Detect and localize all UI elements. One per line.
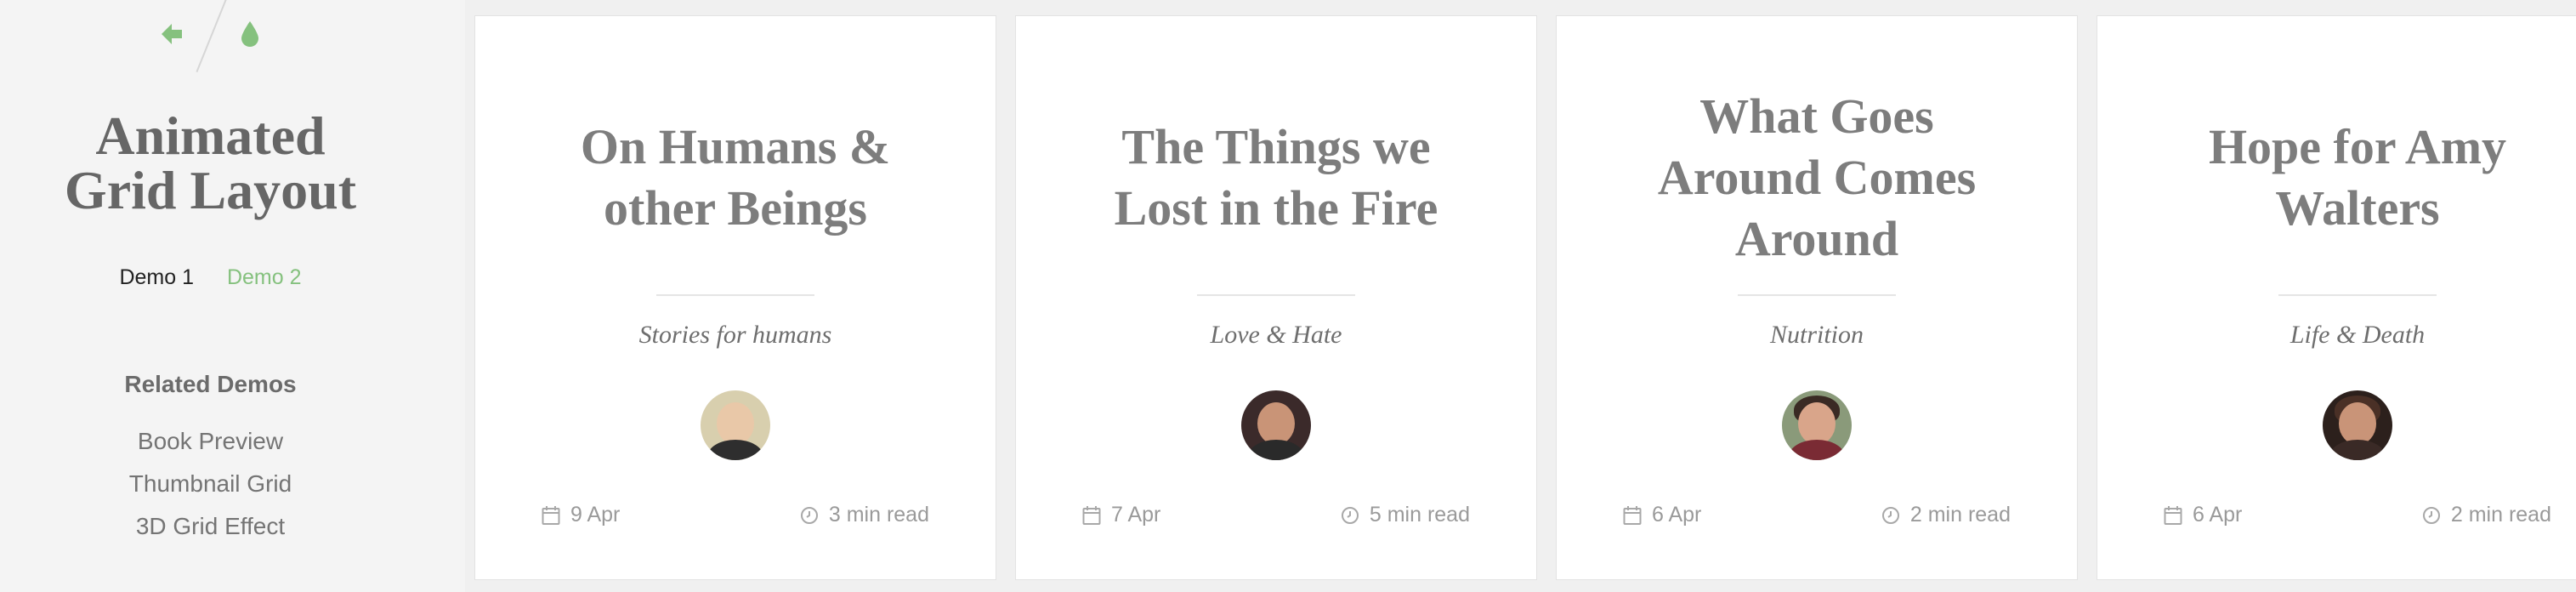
author-avatar bbox=[701, 390, 770, 460]
card-divider bbox=[2278, 294, 2437, 296]
card-title-line: On Humans & bbox=[580, 119, 891, 174]
author-avatar bbox=[1782, 390, 1852, 460]
card-read-time-text: 2 min read bbox=[1909, 503, 2011, 527]
card-category: Nutrition bbox=[1769, 321, 1864, 349]
card-date-text: 9 Apr bbox=[570, 503, 621, 527]
card-date-text: 6 Apr bbox=[2193, 503, 2243, 527]
card-category: Love & Hate bbox=[1210, 321, 1342, 349]
card-read-time: 3 min read bbox=[800, 503, 929, 527]
card-title: Hope for Amy Walters bbox=[2097, 117, 2576, 239]
related-link-3d-grid-effect[interactable]: 3D Grid Effect bbox=[0, 505, 421, 548]
card-title-line: other Beings bbox=[604, 180, 867, 236]
author-avatar bbox=[1241, 390, 1311, 460]
card-read-time-text: 3 min read bbox=[828, 503, 929, 527]
card-title-line: What Goes bbox=[1699, 88, 1934, 144]
droplet-icon bbox=[241, 21, 258, 47]
card-date: 9 Apr bbox=[542, 503, 620, 527]
demo-2-link[interactable]: Demo 2 bbox=[227, 265, 302, 290]
card-date: 7 Apr bbox=[1082, 503, 1160, 527]
card-read-time: 5 min read bbox=[1341, 503, 1470, 527]
clock-icon bbox=[2422, 506, 2440, 524]
arrow-left-icon bbox=[162, 24, 182, 44]
card-title-line: Lost in the Fire bbox=[1114, 180, 1438, 236]
back-link[interactable] bbox=[155, 15, 189, 53]
card-divider bbox=[1738, 294, 1896, 296]
calendar-icon bbox=[542, 505, 560, 525]
card-divider bbox=[1197, 294, 1355, 296]
card-read-time: 2 min read bbox=[2422, 503, 2551, 527]
card-divider bbox=[656, 294, 814, 296]
author-avatar bbox=[2323, 390, 2392, 460]
related-demos-list: Book Preview Thumbnail Grid 3D Grid Effe… bbox=[0, 420, 421, 548]
card-read-time-text: 2 min read bbox=[2450, 503, 2551, 527]
card-category: Life & Death bbox=[2289, 321, 2426, 349]
card-title-line: Around Comes bbox=[1657, 150, 1977, 205]
page-title-line-2: Grid Layout bbox=[64, 160, 357, 220]
grid-card[interactable]: Hope for Amy Walters Life & Death 6 Apr bbox=[2097, 15, 2576, 580]
related-link-book-preview[interactable]: Book Preview bbox=[0, 420, 421, 463]
article-link[interactable] bbox=[233, 15, 267, 53]
card-title-line: The Things we bbox=[1121, 119, 1431, 174]
calendar-icon bbox=[1082, 505, 1101, 525]
nav-divider bbox=[196, 0, 228, 72]
card-title-line: Hope for Amy bbox=[2208, 119, 2507, 174]
grid-card[interactable]: The Things we Lost in the Fire Love & Ha… bbox=[1015, 15, 1537, 580]
clock-icon bbox=[800, 506, 818, 524]
calendar-icon bbox=[2164, 505, 2182, 525]
related-link-thumbnail-grid[interactable]: Thumbnail Grid bbox=[0, 463, 421, 505]
demo-nav: Demo 1 Demo 2 bbox=[0, 265, 421, 290]
card-title-line: Walters bbox=[2275, 180, 2440, 236]
card-title-line: Around bbox=[1734, 211, 1899, 266]
grid-card[interactable]: On Humans & other Beings Stories for hum… bbox=[474, 15, 996, 580]
page-title-line-1: Animated bbox=[95, 105, 326, 166]
demo-1-link[interactable]: Demo 1 bbox=[119, 265, 194, 290]
codrops-top-nav bbox=[0, 0, 465, 72]
clock-icon bbox=[1881, 506, 1899, 524]
related-demos-heading: Related Demos bbox=[124, 371, 297, 397]
card-title: The Things we Lost in the Fire bbox=[1016, 117, 1536, 239]
card-date: 6 Apr bbox=[2164, 503, 2242, 527]
card-title: On Humans & other Beings bbox=[475, 117, 996, 239]
card-read-time: 2 min read bbox=[1881, 503, 2011, 527]
grid-card[interactable]: What Goes Around Comes Around Nutrition … bbox=[1556, 15, 2078, 580]
card-date: 6 Apr bbox=[1623, 503, 1701, 527]
card-read-time-text: 5 min read bbox=[1369, 503, 1470, 527]
card-title: What Goes Around Comes Around bbox=[1557, 86, 2077, 270]
calendar-icon bbox=[1623, 505, 1642, 525]
card-date-text: 7 Apr bbox=[1111, 503, 1161, 527]
page-title: Animated Grid Layout bbox=[0, 109, 421, 218]
clock-icon bbox=[1341, 506, 1359, 524]
card-date-text: 6 Apr bbox=[1652, 503, 1702, 527]
sidebar: Animated Grid Layout Demo 1 Demo 2 Relat… bbox=[0, 0, 465, 592]
card-category: Stories for humans bbox=[638, 321, 832, 349]
